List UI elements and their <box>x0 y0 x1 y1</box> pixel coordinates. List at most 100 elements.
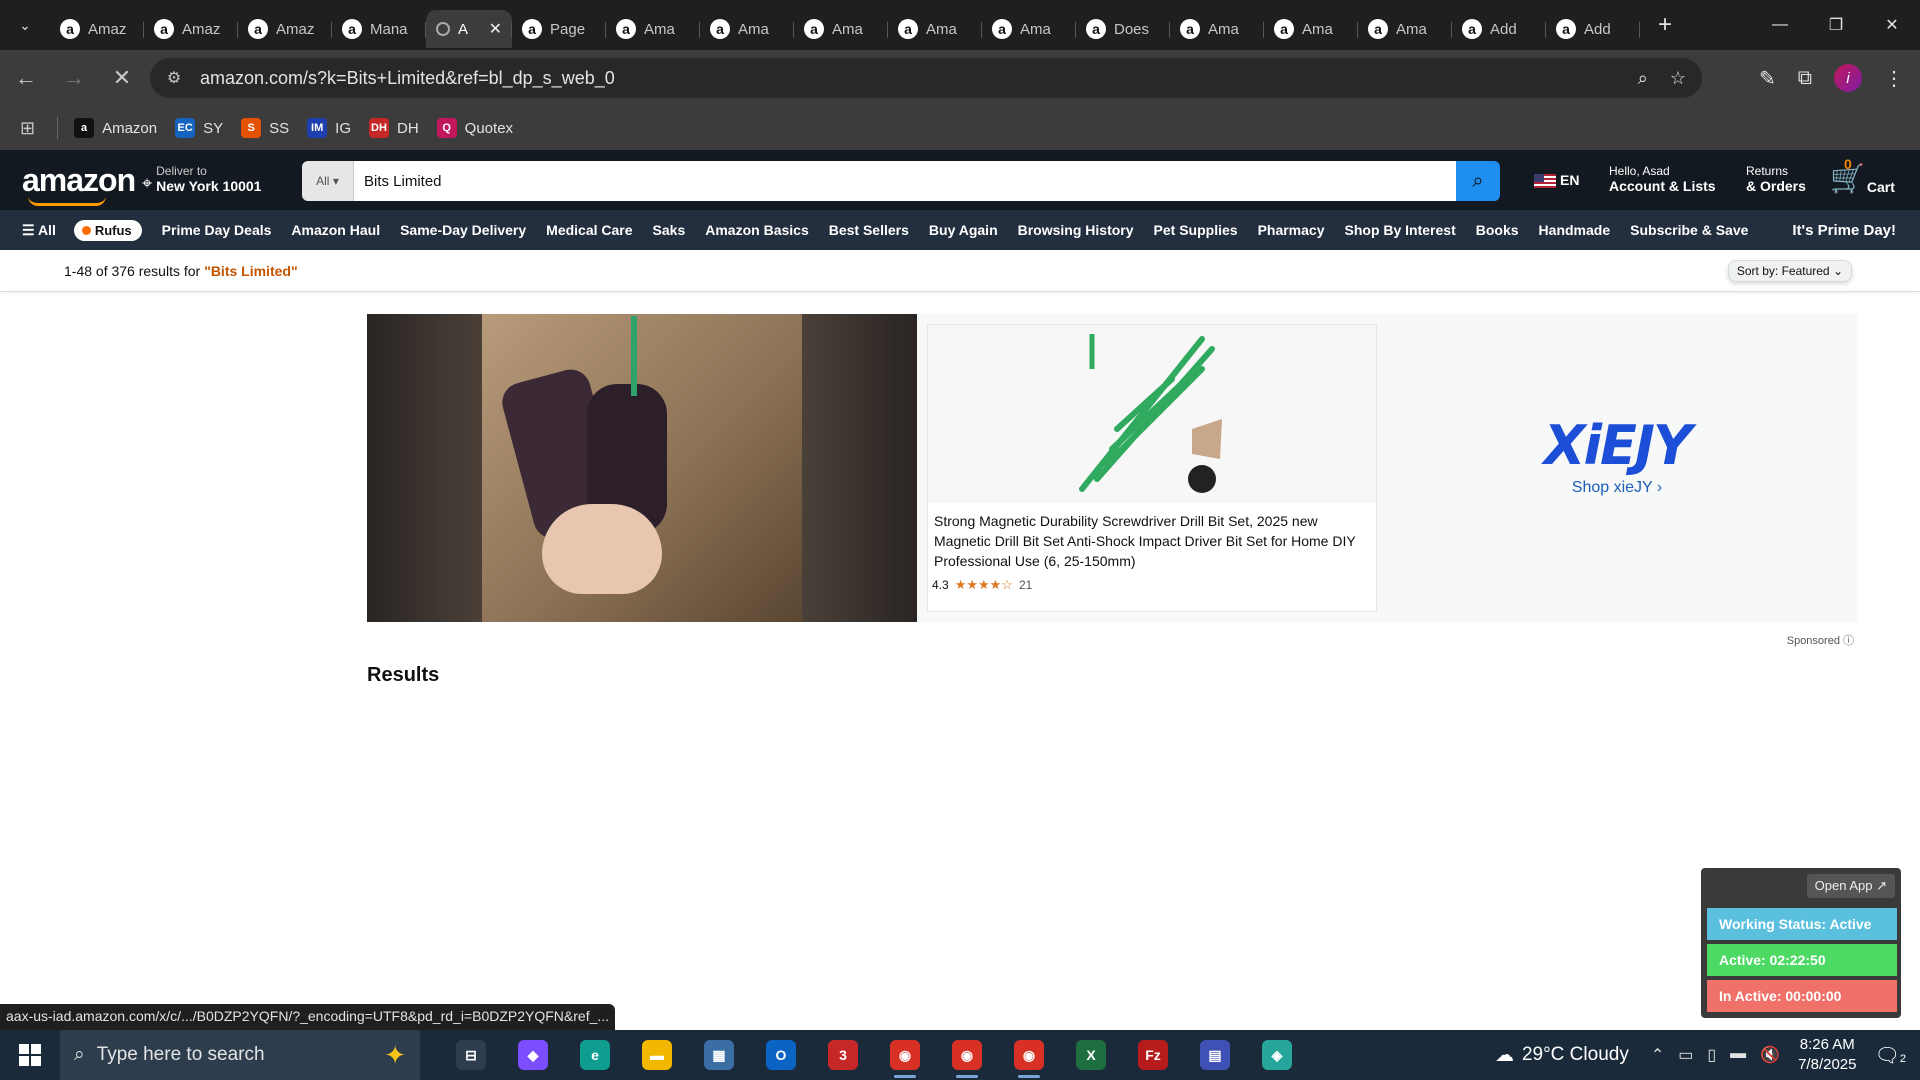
taskbar-app-chrome-2[interactable]: ◉ <box>936 1030 998 1080</box>
browser-tab[interactable]: a Add <box>1452 10 1546 48</box>
taskbar-app-calculator[interactable]: ▤ <box>1184 1030 1246 1080</box>
bookmark-item[interactable]: a Amazon <box>74 118 157 138</box>
taskbar-app-store[interactable]: ▦ <box>688 1030 750 1080</box>
taskbar-app-task-view[interactable]: ⊟ <box>440 1030 502 1080</box>
browser-tab[interactable]: a Does <box>1076 10 1170 48</box>
battery-icon[interactable]: ▬ <box>1730 1045 1746 1065</box>
nav-item[interactable]: Books <box>1476 222 1519 238</box>
search-submit-button[interactable]: ⌕ <box>1456 161 1500 201</box>
product-image[interactable] <box>928 325 1376 503</box>
brand-store[interactable]: XiEJY Shop xieJY › <box>1517 414 1717 497</box>
forward-button[interactable]: → <box>52 56 96 100</box>
product-title[interactable]: Strong Magnetic Durability Screwdriver D… <box>928 503 1376 571</box>
browser-tab[interactable]: a Ama <box>982 10 1076 48</box>
chevron-up-icon[interactable]: ⌃ <box>1651 1045 1664 1065</box>
browser-tab[interactable]: a Amaz <box>144 10 238 48</box>
account-lists[interactable]: Hello, Asad Account & Lists <box>1609 164 1716 194</box>
sponsored-video[interactable] <box>367 314 917 622</box>
taskbar-app-outlook[interactable]: O <box>750 1030 812 1080</box>
prime-day-link[interactable]: It's Prime Day! <box>1792 222 1896 239</box>
start-button[interactable] <box>0 1030 60 1080</box>
close-tab-icon[interactable]: ✕ <box>489 19 502 39</box>
bookmark-item[interactable]: DH DH <box>369 118 419 138</box>
taskbar-app-chrome-3[interactable]: ◉ <box>998 1030 1060 1080</box>
nav-item[interactable]: Pharmacy <box>1258 222 1325 238</box>
volume-muted-icon[interactable]: 🔇 <box>1760 1045 1780 1065</box>
apps-grid-icon[interactable]: ⊞ <box>20 118 35 139</box>
nav-item[interactable]: Handmade <box>1539 222 1611 238</box>
browser-tab[interactable]: a Ama <box>1170 10 1264 48</box>
taskbar-app-excel[interactable]: X <box>1060 1030 1122 1080</box>
deliver-to[interactable]: ⌖ Deliver to New York 10001 <box>142 164 261 194</box>
language-selector[interactable]: EN <box>1534 172 1579 189</box>
all-menu-button[interactable]: ☰ All <box>22 222 56 239</box>
cart-button[interactable]: 🛒 0 Cart <box>1830 156 1895 195</box>
returns-orders[interactable]: Returns & Orders <box>1746 164 1806 194</box>
taskbar-app-edge[interactable]: e <box>564 1030 626 1080</box>
tab-search-chevron-icon[interactable]: ⌄ <box>0 0 50 50</box>
back-button[interactable]: ← <box>4 56 48 100</box>
sponsored-label[interactable]: Sponsored ⓘ <box>1787 632 1854 648</box>
extension-feather-icon[interactable]: ✎ <box>1759 66 1776 91</box>
weather-widget[interactable]: ☁ 29°C Cloudy <box>1495 1044 1629 1067</box>
site-info-icon[interactable]: ⚙ <box>154 68 194 88</box>
taskbar-search[interactable]: ⌕ Type here to search ✦ <box>60 1030 420 1080</box>
nav-item[interactable]: Pet Supplies <box>1154 222 1238 238</box>
browser-tab[interactable]: a Amaz <box>50 10 144 48</box>
nav-item[interactable]: Same-Day Delivery <box>400 222 526 238</box>
browser-tab[interactable]: a Ama <box>700 10 794 48</box>
search-input[interactable] <box>354 161 1456 201</box>
taskbar-app-file-explorer[interactable]: ▬ <box>626 1030 688 1080</box>
taskbar-app-chrome-1[interactable]: ◉ <box>874 1030 936 1080</box>
display-icon[interactable]: ▭ <box>1678 1045 1693 1065</box>
new-tab-button[interactable]: + <box>1650 11 1680 39</box>
nav-item[interactable]: Shop By Interest <box>1345 222 1456 238</box>
stop-loading-button[interactable]: ✕ <box>100 56 144 100</box>
search-category-select[interactable]: All ▾ <box>302 161 354 201</box>
nav-item[interactable]: Buy Again <box>929 222 998 238</box>
browser-tab[interactable]: a Amaz <box>238 10 332 48</box>
nav-item[interactable]: Browsing History <box>1018 222 1134 238</box>
bookmark-item[interactable]: S SS <box>241 118 289 138</box>
device-icon[interactable]: ▯ <box>1707 1045 1716 1065</box>
open-app-button[interactable]: Open App ↗ <box>1806 874 1895 898</box>
zoom-icon[interactable]: ⌕ <box>1638 68 1648 89</box>
nav-item[interactable]: Subscribe & Save <box>1630 222 1748 238</box>
product-rating[interactable]: 4.3 ★★★★☆ 21 <box>928 571 1376 599</box>
extensions-puzzle-icon[interactable]: ⧉ <box>1798 67 1812 90</box>
browser-tab[interactable]: a Ama <box>1264 10 1358 48</box>
address-bar[interactable]: ⚙ amazon.com/s?k=Bits+Limited&ref=bl_dp_… <box>150 58 1702 98</box>
taskbar-app-teams[interactable]: 3 <box>812 1030 874 1080</box>
taskbar-app-app[interactable]: ◈ <box>1246 1030 1308 1080</box>
nav-item[interactable]: Amazon Haul <box>291 222 380 238</box>
bookmark-item[interactable]: Q Quotex <box>436 118 513 138</box>
browser-tab[interactable]: a Add <box>1546 10 1640 48</box>
shop-brand-link[interactable]: Shop xieJY › <box>1517 479 1717 497</box>
browser-tab[interactable]: a Ama <box>888 10 982 48</box>
browser-tab[interactable]: a Ama <box>794 10 888 48</box>
minimize-button[interactable]: — <box>1752 0 1808 50</box>
browser-tab[interactable]: a Page <box>512 10 606 48</box>
restore-button[interactable]: ❐ <box>1808 0 1864 50</box>
browser-tab[interactable]: a Ama <box>1358 10 1452 48</box>
nav-item[interactable]: Prime Day Deals <box>162 222 272 238</box>
address-url[interactable]: amazon.com/s?k=Bits+Limited&ref=bl_dp_s_… <box>200 68 615 89</box>
browser-tab[interactable]: a Mana <box>332 10 426 48</box>
close-window-button[interactable]: ✕ <box>1864 0 1920 50</box>
browser-tab[interactable]: a Ama <box>606 10 700 48</box>
menu-kebab-icon[interactable]: ⋮ <box>1884 66 1904 91</box>
sort-dropdown[interactable]: Sort by: Featured ⌄ <box>1727 260 1852 282</box>
nav-item[interactable]: Saks <box>653 222 686 238</box>
brand-logo[interactable]: XiEJY <box>1517 414 1717 477</box>
rufus-button[interactable]: Rufus <box>73 219 142 241</box>
profile-avatar[interactable]: i <box>1834 64 1862 92</box>
sponsored-product-card[interactable]: Strong Magnetic Durability Screwdriver D… <box>927 324 1377 612</box>
amazon-logo[interactable]: amazon <box>22 162 136 206</box>
nav-item[interactable]: Amazon Basics <box>705 222 808 238</box>
nav-item[interactable]: Best Sellers <box>829 222 909 238</box>
notification-center-icon[interactable]: 🗨2 <box>1874 1043 1906 1068</box>
taskbar-app-filezilla[interactable]: Fz <box>1122 1030 1184 1080</box>
bookmark-star-icon[interactable]: ☆ <box>1670 68 1686 89</box>
taskbar-clock[interactable]: 8:26 AM 7/8/2025 <box>1798 1035 1856 1075</box>
taskbar-app-copilot[interactable]: ◆ <box>502 1030 564 1080</box>
